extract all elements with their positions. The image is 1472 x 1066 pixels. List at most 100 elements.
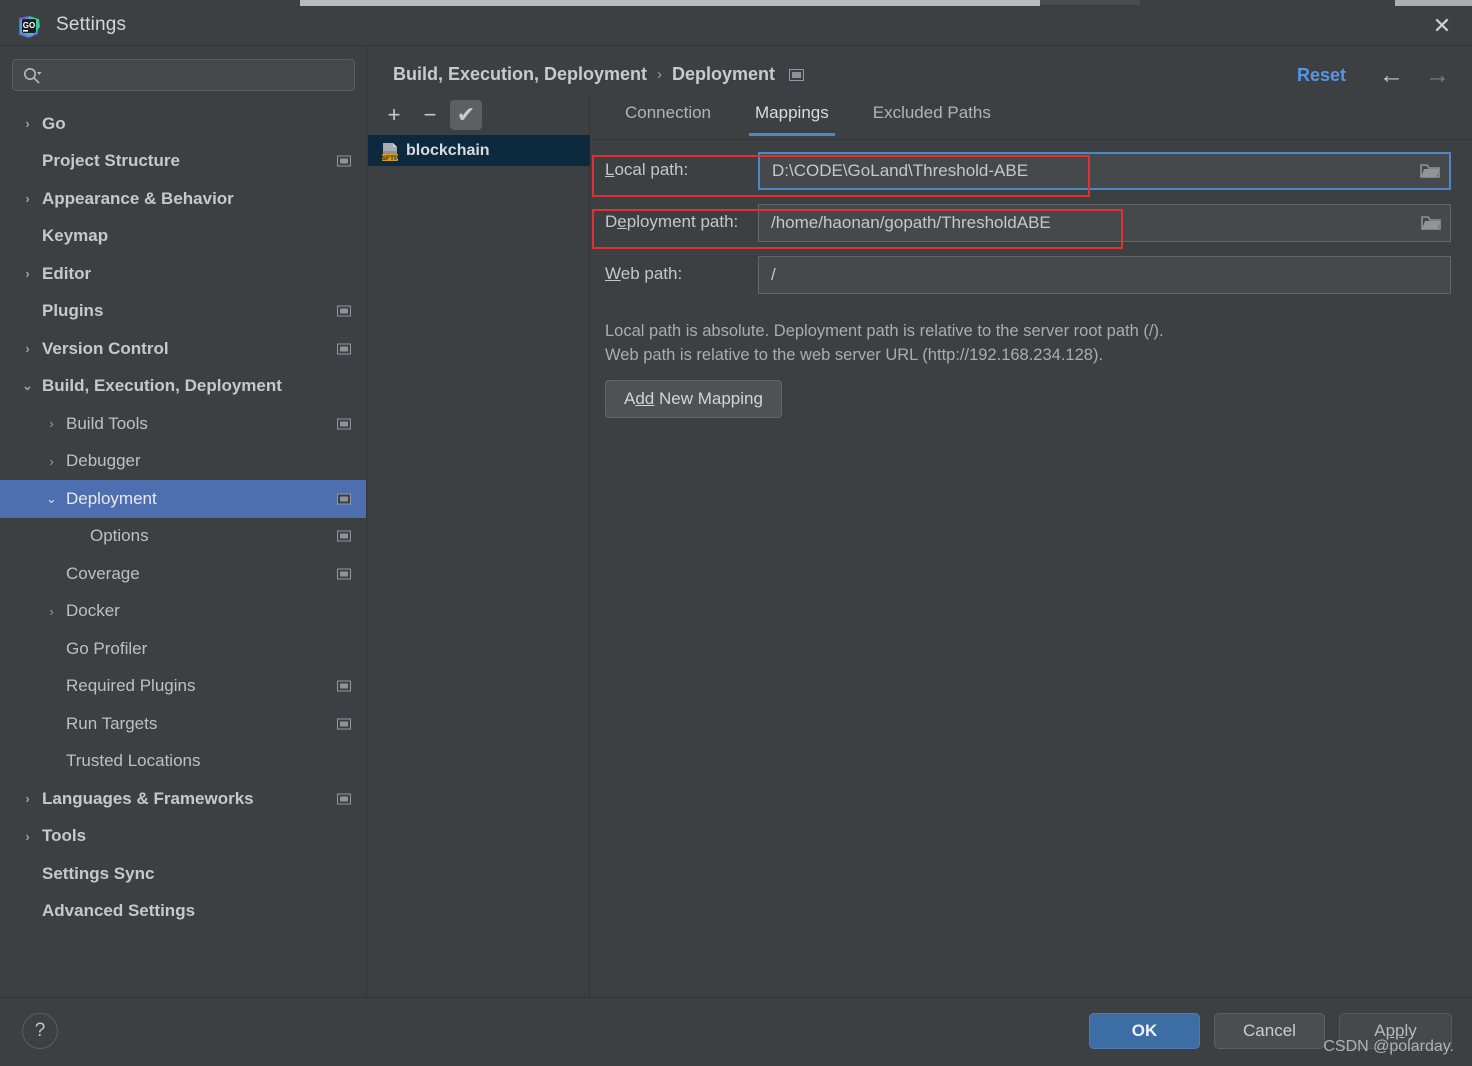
sidebar-item-go[interactable]: › Go	[0, 105, 366, 143]
sidebar-item-coverage[interactable]: ›Coverage	[0, 555, 366, 593]
tab-connection[interactable]: Connection	[603, 95, 733, 136]
sidebar-item-deployment[interactable]: ⌄ Deployment	[0, 480, 366, 518]
add-new-mapping-button[interactable]: Add New Mapping	[605, 380, 782, 418]
sidebar-item-label: Keymap	[42, 226, 109, 246]
sidebar-item-keymap[interactable]: ›Keymap	[0, 218, 366, 256]
background-window-strip-2	[1040, 0, 1140, 5]
deployment-path-value: /home/haonan/gopath/ThresholdABE	[771, 213, 1051, 232]
settings-tree: ›Go›Project Structure›Appearance & Behav…	[0, 105, 366, 931]
sidebar-item-label: Languages & Frameworks	[42, 788, 254, 808]
sidebar-item-appearance-behavior[interactable]: › Appearance & Behavior	[0, 180, 366, 218]
sidebar-item-debugger[interactable]: › Debugger	[0, 443, 366, 481]
local-path-label: Local path:	[605, 160, 689, 179]
chevron-down-icon[interactable]: ⌄	[44, 491, 59, 507]
server-toolbar: + − ✔	[368, 95, 590, 135]
tab-label: Connection	[625, 103, 712, 122]
chevron-right-icon[interactable]: ›	[20, 116, 35, 131]
sidebar-item-label: Go	[42, 113, 66, 133]
deployment-path-input[interactable]: /home/haonan/gopath/ThresholdABE	[758, 204, 1451, 242]
sidebar-item-build-execution-deployment[interactable]: ⌄ Build, Execution, Deployment	[0, 368, 366, 406]
sidebar-item-label: Editor	[42, 263, 92, 283]
sidebar-item-project-structure[interactable]: ›Project Structure	[0, 143, 366, 181]
sidebar-item-label: Plugins	[42, 301, 104, 321]
search-icon	[22, 66, 42, 86]
browse-deployment-path-folder-icon[interactable]	[1420, 214, 1442, 232]
sidebar-item-label: Docker	[66, 601, 120, 621]
sidebar-item-label: Debugger	[66, 451, 141, 471]
sidebar-item-trusted-locations[interactable]: ›Trusted Locations	[0, 743, 366, 781]
sidebar-item-required-plugins[interactable]: ›Required Plugins	[0, 668, 366, 706]
sidebar-item-tools[interactable]: › Tools	[0, 818, 366, 856]
sidebar-item-options[interactable]: ›Options	[0, 518, 366, 556]
window-title: Settings	[56, 14, 127, 35]
use-as-default-button[interactable]: ✔	[450, 100, 482, 130]
sidebar-item-label: Project Structure	[42, 151, 180, 171]
sidebar-item-label: Appearance & Behavior	[42, 188, 234, 208]
search-field-wrapper	[12, 59, 355, 91]
web-path-label: Web path:	[605, 264, 683, 283]
deployment-path-label: Deployment path:	[605, 212, 739, 231]
sidebar-item-languages-frameworks[interactable]: › Languages & Frameworks	[0, 780, 366, 818]
project-scope-icon	[337, 530, 351, 542]
settings-dialog: GO Settings ✕ ›Go›Project Structure›Appe…	[0, 0, 1472, 1066]
project-scope-icon	[337, 305, 351, 317]
sidebar-item-plugins[interactable]: ›Plugins	[0, 293, 366, 331]
sidebar-item-label: Options	[90, 526, 149, 546]
add-server-button[interactable]: +	[378, 100, 410, 130]
chevron-right-icon[interactable]: ›	[20, 829, 35, 844]
breadcrumb-parent[interactable]: Build, Execution, Deployment	[393, 64, 647, 85]
browse-local-path-folder-icon[interactable]	[1419, 162, 1441, 180]
svg-text:SFTP: SFTP	[382, 155, 399, 162]
navigate-forward-icon[interactable]: →	[1425, 61, 1450, 89]
sidebar-item-label: Deployment	[66, 488, 157, 508]
chevron-right-icon[interactable]: ›	[20, 791, 35, 806]
cancel-button[interactable]: Cancel	[1214, 1013, 1325, 1049]
sidebar-item-label: Trusted Locations	[66, 751, 201, 771]
project-scope-icon	[337, 418, 351, 430]
search-box[interactable]	[12, 59, 355, 91]
chevron-right-icon[interactable]: ›	[44, 416, 59, 431]
sidebar-item-label: Advanced Settings	[42, 901, 196, 921]
chevron-down-icon[interactable]: ⌄	[20, 378, 35, 394]
goland-logo-icon: GO	[16, 14, 42, 40]
tab-excluded-paths[interactable]: Excluded Paths	[851, 95, 1013, 136]
chevron-right-icon[interactable]: ›	[44, 604, 59, 619]
chevron-right-icon[interactable]: ›	[20, 191, 35, 206]
web-path-input[interactable]: /	[758, 256, 1451, 294]
chevron-right-icon[interactable]: ›	[20, 341, 35, 356]
remove-server-button[interactable]: −	[414, 100, 446, 130]
tab-label: Mappings	[755, 103, 829, 122]
sidebar-item-version-control[interactable]: › Version Control	[0, 330, 366, 368]
sidebar-item-editor[interactable]: › Editor	[0, 255, 366, 293]
sidebar-item-docker[interactable]: › Docker	[0, 593, 366, 631]
tab-label: Excluded Paths	[872, 103, 991, 122]
navigate-back-icon[interactable]: ←	[1379, 61, 1404, 89]
project-scope-icon	[337, 793, 351, 805]
reset-link[interactable]: Reset	[1297, 65, 1346, 86]
server-list-item-blockchain[interactable]: SFTP blockchain	[368, 135, 590, 166]
local-path-row: Local path: D:\CODE\GoLand\Threshold-ABE	[591, 152, 1472, 190]
ok-button[interactable]: OK	[1089, 1013, 1200, 1049]
web-path-row: Web path: /	[591, 256, 1472, 294]
search-input[interactable]	[51, 60, 346, 90]
sidebar-item-label: Build, Execution, Deployment	[42, 376, 282, 396]
tab-mappings[interactable]: Mappings	[733, 95, 851, 136]
chevron-right-icon[interactable]: ›	[44, 454, 59, 469]
breadcrumb-separator: ›	[657, 66, 663, 83]
project-scope-icon	[337, 493, 351, 505]
sidebar-item-advanced-settings[interactable]: ›Advanced Settings	[0, 893, 366, 931]
settings-content-panel: Build, Execution, Deployment › Deploymen…	[368, 47, 1472, 997]
sidebar-item-run-targets[interactable]: ›Run Targets	[0, 705, 366, 743]
sidebar-item-label: Settings Sync	[42, 863, 155, 883]
sidebar-item-go-profiler[interactable]: ›Go Profiler	[0, 630, 366, 668]
sidebar-item-settings-sync[interactable]: ›Settings Sync	[0, 855, 366, 893]
hint-line-2: Web path is relative to the web server U…	[605, 345, 1104, 364]
mapping-tabs: Connection Mappings Excluded Paths	[591, 95, 1472, 140]
local-path-input[interactable]: D:\CODE\GoLand\Threshold-ABE	[758, 152, 1451, 190]
settings-sidebar: ›Go›Project Structure›Appearance & Behav…	[0, 47, 367, 997]
sidebar-item-build-tools[interactable]: › Build Tools	[0, 405, 366, 443]
chevron-right-icon[interactable]: ›	[20, 266, 35, 281]
title-bar: GO Settings ✕	[0, 6, 1472, 46]
close-icon[interactable]: ✕	[1412, 6, 1472, 46]
help-button[interactable]: ?	[22, 1013, 58, 1049]
